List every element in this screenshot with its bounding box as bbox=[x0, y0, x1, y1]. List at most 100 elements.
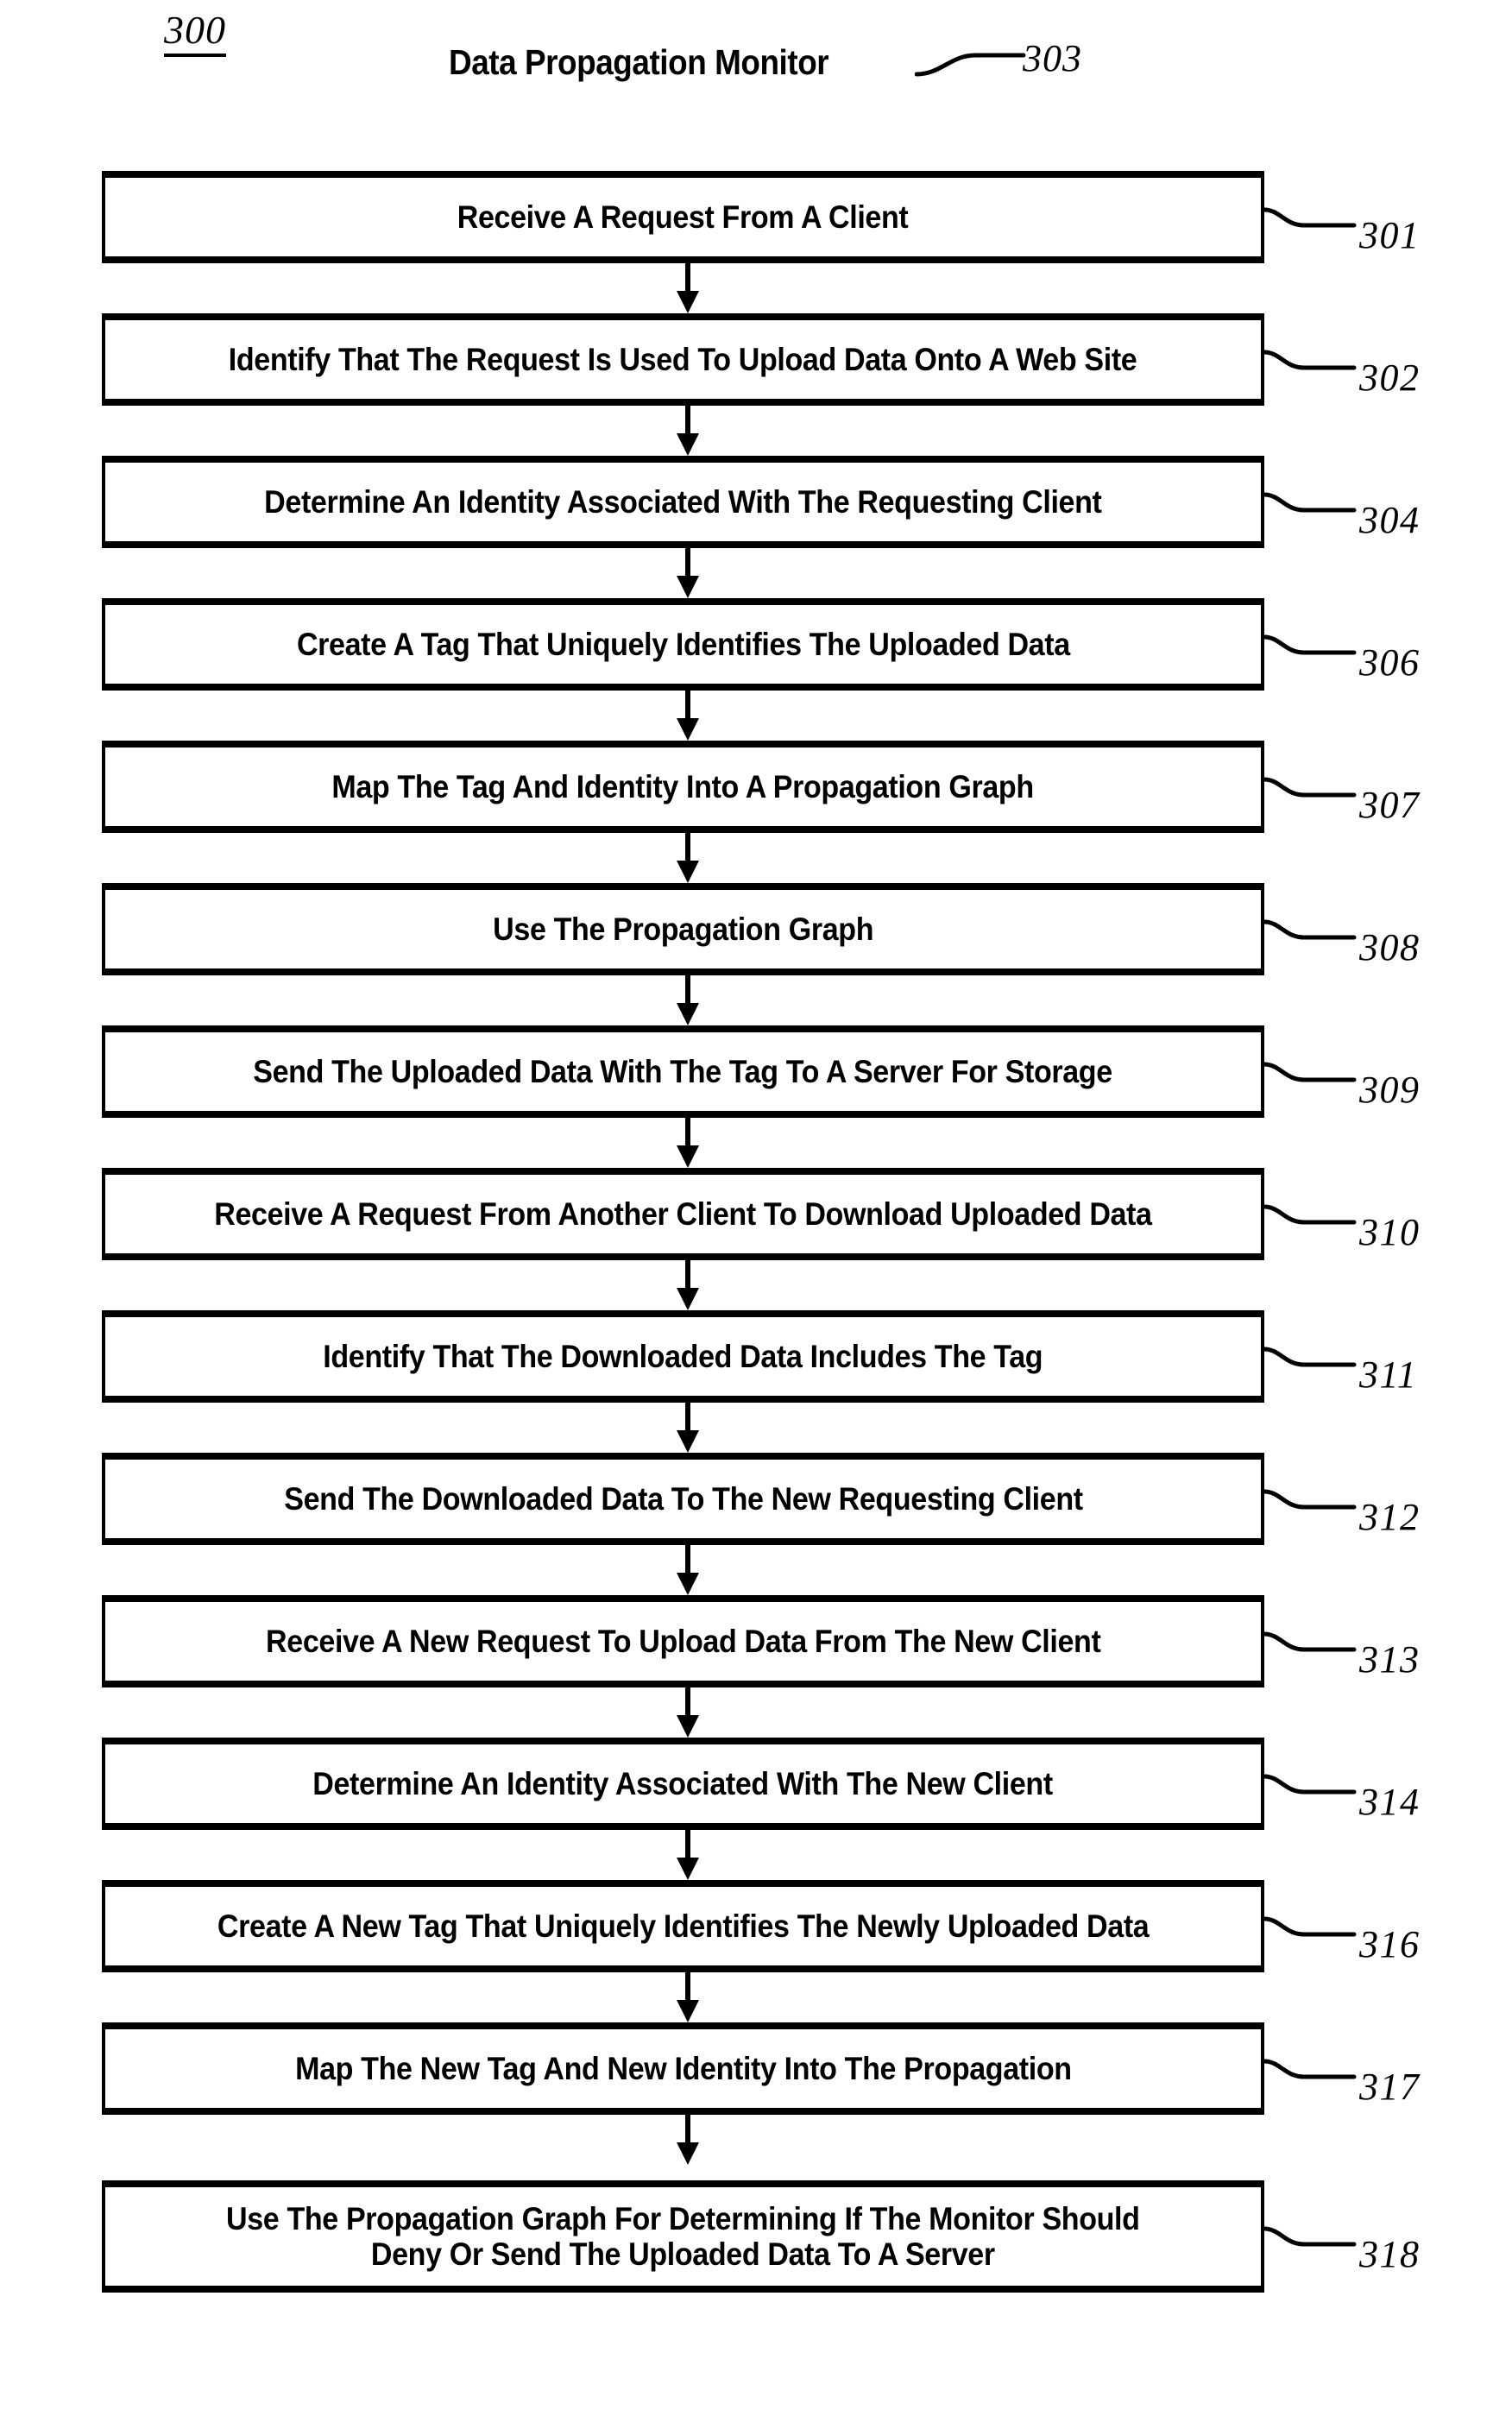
connector-stem bbox=[685, 1545, 690, 1573]
process-box-317: Map The New Tag And New Identity Into Th… bbox=[102, 2022, 1264, 2115]
process-box-310: Receive A Request From Another Client To… bbox=[102, 1168, 1264, 1260]
process-box-label: Send The Downloaded Data To The New Requ… bbox=[283, 1480, 1083, 1517]
connector-stem bbox=[685, 2115, 690, 2142]
title-reference-numeral: 303 bbox=[1023, 37, 1082, 79]
connector-arrow bbox=[677, 2115, 699, 2165]
reference-leader-line-310 bbox=[1263, 1204, 1357, 1224]
process-box-label: Determine An Identity Associated With Th… bbox=[264, 483, 1102, 520]
process-box-313: Receive A New Request To Upload Data Fro… bbox=[102, 1595, 1264, 1687]
process-box-label: Use The Propagation Graph For Determinin… bbox=[226, 2200, 1140, 2272]
connector-stem bbox=[685, 691, 690, 718]
process-box-label: Create A New Tag That Uniquely Identifie… bbox=[217, 1908, 1150, 1944]
reference-numeral-301: 301 bbox=[1359, 213, 1421, 256]
arrowhead-down-icon bbox=[677, 576, 699, 598]
connector-stem bbox=[685, 548, 690, 576]
process-box-label: Map The Tag And Identity Into A Propagat… bbox=[331, 768, 1035, 804]
process-box-label: Receive A Request From A Client bbox=[457, 199, 909, 235]
reference-numeral-316: 316 bbox=[1359, 1922, 1421, 1965]
connector-arrow bbox=[677, 691, 699, 741]
reference-leader-line-302 bbox=[1263, 350, 1357, 369]
connector-stem bbox=[685, 1830, 690, 1858]
title-leader-line bbox=[915, 53, 1026, 77]
connector-arrow bbox=[677, 1830, 699, 1880]
process-box-label: Receive A New Request To Upload Data Fro… bbox=[265, 1623, 1101, 1659]
reference-leader-line-306 bbox=[1263, 634, 1357, 654]
arrowhead-down-icon bbox=[677, 433, 699, 456]
connector-stem bbox=[685, 263, 690, 291]
connector-stem bbox=[685, 1687, 690, 1715]
arrowhead-down-icon bbox=[677, 1003, 699, 1025]
process-box-label: Determine An Identity Associated With Th… bbox=[312, 1765, 1054, 1801]
reference-leader-line-308 bbox=[1263, 919, 1357, 939]
connector-arrow bbox=[677, 1118, 699, 1168]
reference-numeral-306: 306 bbox=[1359, 640, 1421, 684]
connector-stem bbox=[685, 975, 690, 1003]
process-box-301: Receive A Request From A Client bbox=[102, 171, 1264, 263]
figure-number-label: 300 bbox=[164, 10, 226, 57]
connector-stem bbox=[685, 1118, 690, 1145]
arrowhead-down-icon bbox=[677, 2142, 699, 2165]
reference-numeral-317: 317 bbox=[1359, 2065, 1421, 2108]
reference-leader-line-312 bbox=[1263, 1489, 1357, 1509]
arrowhead-down-icon bbox=[677, 861, 699, 883]
reference-numeral-313: 313 bbox=[1359, 1637, 1421, 1681]
reference-leader-line-301 bbox=[1263, 207, 1357, 227]
arrowhead-down-icon bbox=[677, 1430, 699, 1453]
reference-leader-line-304 bbox=[1263, 492, 1357, 512]
process-box-label: Receive A Request From Another Client To… bbox=[214, 1195, 1152, 1232]
process-box-314: Determine An Identity Associated With Th… bbox=[102, 1738, 1264, 1830]
process-box-302: Identify That The Request Is Used To Upl… bbox=[102, 313, 1264, 406]
process-box-label: Send The Uploaded Data With The Tag To A… bbox=[253, 1053, 1113, 1089]
arrowhead-down-icon bbox=[677, 1715, 699, 1738]
connector-arrow bbox=[677, 406, 699, 456]
process-box-label: Create A Tag That Uniquely Identifies Th… bbox=[296, 626, 1070, 662]
connector-stem bbox=[685, 833, 690, 861]
connector-arrow bbox=[677, 833, 699, 883]
page-title: Data Propagation Monitor bbox=[449, 42, 829, 82]
arrowhead-down-icon bbox=[677, 1288, 699, 1310]
process-box-318: Use The Propagation Graph For Determinin… bbox=[102, 2180, 1264, 2293]
process-box-306: Create A Tag That Uniquely Identifies Th… bbox=[102, 598, 1264, 691]
reference-numeral-312: 312 bbox=[1359, 1495, 1421, 1538]
process-box-312: Send The Downloaded Data To The New Requ… bbox=[102, 1453, 1264, 1545]
connector-arrow bbox=[677, 263, 699, 313]
connector-arrow bbox=[677, 1972, 699, 2022]
process-box-label: Identify That The Request Is Used To Upl… bbox=[229, 341, 1137, 377]
reference-leader-line-314 bbox=[1263, 1774, 1357, 1794]
arrowhead-down-icon bbox=[677, 718, 699, 741]
connector-arrow bbox=[677, 1687, 699, 1738]
reference-numeral-307: 307 bbox=[1359, 783, 1421, 826]
reference-leader-line-307 bbox=[1263, 777, 1357, 797]
arrowhead-down-icon bbox=[677, 291, 699, 313]
connector-stem bbox=[685, 1403, 690, 1430]
connector-arrow bbox=[677, 1545, 699, 1595]
process-box-308: Use The Propagation Graph bbox=[102, 883, 1264, 975]
reference-numeral-318: 318 bbox=[1359, 2233, 1421, 2275]
reference-numeral-311: 311 bbox=[1359, 1353, 1418, 1396]
reference-numeral-309: 309 bbox=[1359, 1068, 1421, 1111]
process-box-307: Map The Tag And Identity Into A Propagat… bbox=[102, 741, 1264, 833]
process-box-309: Send The Uploaded Data With The Tag To A… bbox=[102, 1025, 1264, 1118]
connector-stem bbox=[685, 1972, 690, 2000]
connector-arrow bbox=[677, 1403, 699, 1453]
process-box-316: Create A New Tag That Uniquely Identifie… bbox=[102, 1880, 1264, 1972]
process-box-311: Identify That The Downloaded Data Includ… bbox=[102, 1310, 1264, 1403]
connector-stem bbox=[685, 1260, 690, 1288]
process-box-label: Use The Propagation Graph bbox=[493, 911, 873, 947]
reference-numeral-310: 310 bbox=[1359, 1210, 1421, 1253]
connector-arrow bbox=[677, 1260, 699, 1310]
connector-arrow bbox=[677, 975, 699, 1025]
reference-numeral-302: 302 bbox=[1359, 356, 1421, 399]
process-box-label: Map The New Tag And New Identity Into Th… bbox=[294, 2050, 1072, 2086]
connector-arrow bbox=[677, 548, 699, 598]
reference-leader-line-316 bbox=[1263, 1916, 1357, 1936]
arrowhead-down-icon bbox=[677, 1573, 699, 1595]
process-box-label: Identify That The Downloaded Data Includ… bbox=[323, 1338, 1043, 1374]
reference-leader-line-309 bbox=[1263, 1062, 1357, 1082]
reference-leader-line-311 bbox=[1263, 1347, 1357, 1366]
reference-numeral-308: 308 bbox=[1359, 925, 1421, 968]
reference-leader-line-313 bbox=[1263, 1631, 1357, 1651]
arrowhead-down-icon bbox=[677, 1858, 699, 1880]
connector-stem bbox=[685, 406, 690, 433]
reference-leader-line-317 bbox=[1263, 2059, 1357, 2079]
